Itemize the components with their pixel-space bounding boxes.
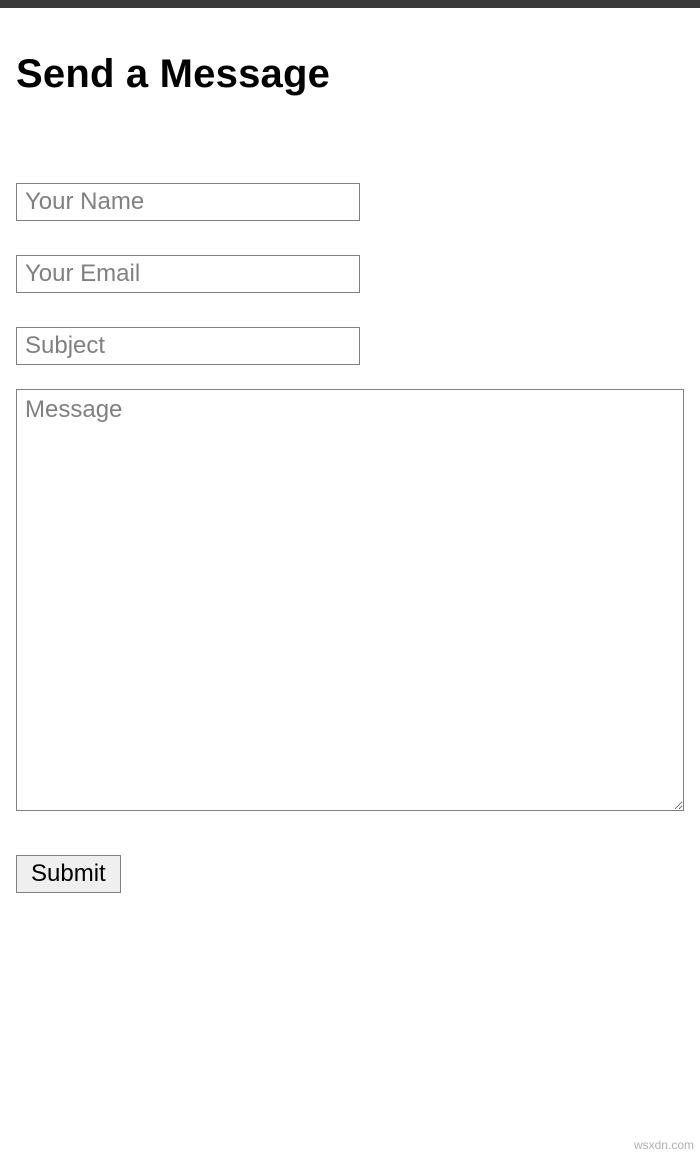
- page-title: Send a Message: [16, 52, 684, 97]
- subject-input[interactable]: [16, 327, 360, 365]
- contact-form: Submit: [16, 183, 684, 893]
- message-textarea[interactable]: [16, 389, 684, 811]
- email-input[interactable]: [16, 255, 360, 293]
- top-bar: [0, 0, 700, 8]
- watermark-text: wsxdn.com: [634, 1138, 694, 1152]
- submit-button[interactable]: Submit: [16, 855, 121, 893]
- name-input[interactable]: [16, 183, 360, 221]
- content-area: Send a Message Submit: [0, 8, 700, 893]
